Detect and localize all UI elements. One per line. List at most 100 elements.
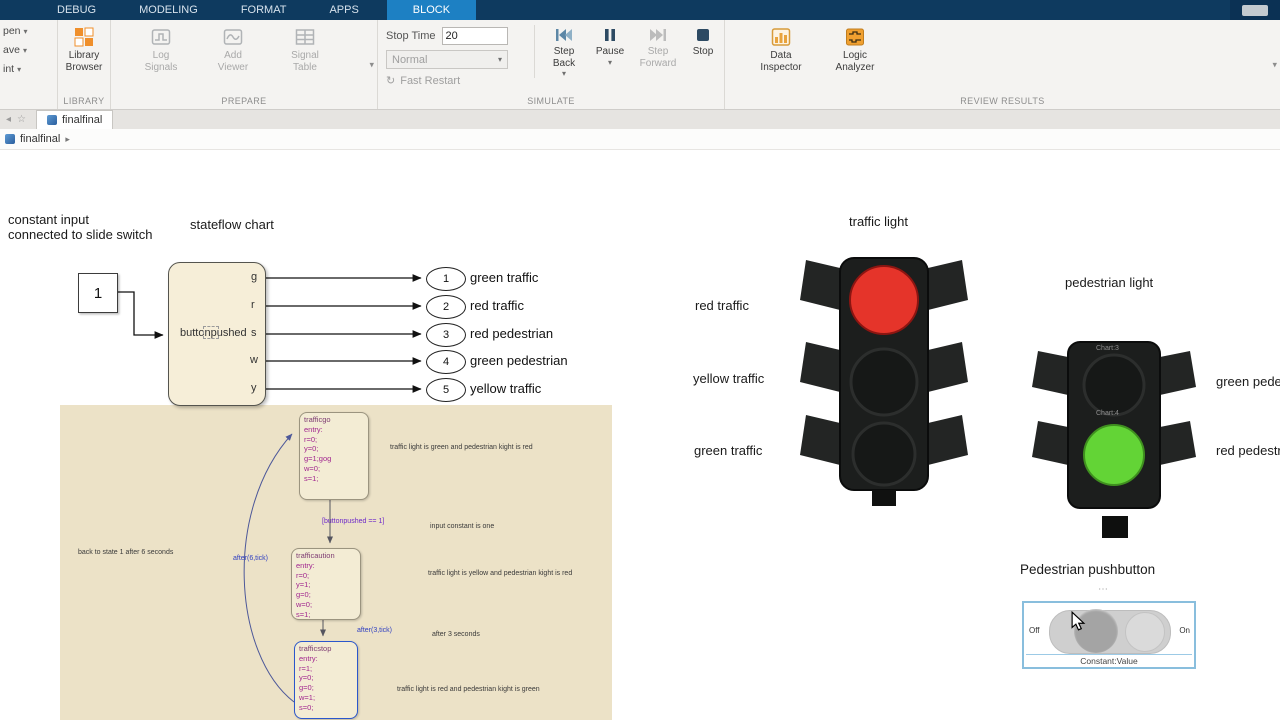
tab-apps[interactable]: APPS [314, 0, 373, 20]
ped-red-lamp-off [1082, 353, 1146, 417]
traffic-light-base [872, 490, 896, 506]
faint-chart4-label: Chart:4 [1096, 410, 1119, 417]
fast-restart-label: Fast Restart [400, 74, 461, 87]
library-browser-label: Library Browser [65, 50, 103, 73]
state-trafficstop[interactable]: trafficstop entry: r=1; y=0; g=0; w=1; s… [294, 641, 358, 719]
switch-divider [1026, 654, 1192, 655]
outport-block-2[interactable]: 2 [426, 295, 466, 319]
label-green-traffic: green traffic [694, 443, 763, 458]
traffic-light-display[interactable] [794, 252, 974, 512]
stop-button[interactable]: Stop [683, 25, 723, 78]
prepare-overflow-button[interactable]: ▾ [369, 59, 374, 70]
favorite-star-icon[interactable]: ☆ [17, 114, 26, 125]
outport-block-1[interactable]: 1 [426, 267, 466, 291]
log-signals-button[interactable]: Log Signals [133, 25, 189, 73]
transition-condition-label[interactable]: [buttonpushed == 1] [322, 518, 384, 525]
add-viewer-button[interactable]: Add Viewer [205, 25, 261, 73]
outport-label-red-pedestrian: red pedestrian [470, 326, 554, 341]
log-signals-icon [151, 29, 171, 45]
data-inspector-icon [771, 28, 791, 46]
annotation-stateflow-chart: stateflow chart [190, 217, 274, 232]
quick-access-group: pen ▾ ave ▾ int ▾ [0, 20, 58, 109]
stop-time-input[interactable] [441, 27, 508, 45]
titlebar-account-widget[interactable] [1230, 0, 1280, 20]
review-section-label: REVIEW RESULTS [960, 96, 1045, 106]
state-name: trafficstop [299, 644, 332, 653]
simulink-model-icon [47, 115, 57, 125]
library-browser-button[interactable]: Library Browser [58, 25, 110, 73]
sim-mode-dropdown[interactable]: Normal ▾ [386, 50, 508, 69]
outport-label-red-traffic: red traffic [470, 298, 524, 313]
signal-table-button[interactable]: Signal Table [277, 25, 333, 73]
tab-debug[interactable]: DEBUG [42, 0, 111, 20]
library-section: Library Browser LIBRARY [58, 20, 111, 109]
state-code: entry: r=0; y=0; g=1;gog w=0; s=1; [304, 424, 332, 483]
state-trafficgo[interactable]: trafficgo entry: r=0; y=0; g=1;gog w=0; … [299, 412, 369, 500]
caret-down-icon: ▾ [497, 55, 502, 64]
model-canvas[interactable]: constant input connected to slide switch… [0, 150, 1280, 720]
outport-number: 2 [442, 301, 450, 313]
toolstrip-overflow-button[interactable]: ▾ [1272, 59, 1277, 70]
step-forward-button[interactable]: Step Forward [633, 25, 683, 78]
caret-down-icon: ▾ [17, 64, 22, 74]
pause-icon [605, 29, 615, 41]
step-back-button[interactable]: Step Back ▾ [541, 25, 587, 78]
pedestrian-light-display[interactable] [1028, 338, 1198, 548]
signal-table-icon [295, 29, 315, 45]
chart-note-1: input constant is one [430, 523, 495, 530]
outport-block-4[interactable]: 4 [426, 350, 466, 374]
pause-button[interactable]: Pause ▾ [587, 25, 633, 78]
outport-block-3[interactable]: 3 [426, 323, 466, 347]
document-tab-finalfinal[interactable]: finalfinal [36, 110, 114, 129]
outport-number: 4 [442, 356, 450, 368]
slide-switch-widget[interactable]: Off On Constant:Value [1022, 601, 1196, 669]
tab-format[interactable]: FORMAT [226, 0, 302, 20]
breadcrumb-model-name[interactable]: finalfinal [20, 133, 60, 145]
back-nav-icon[interactable]: ◂ [6, 114, 11, 125]
signal-table-label: Signal Table [291, 50, 319, 73]
switch-off-label: Off [1029, 626, 1040, 635]
state-trafficaution[interactable]: trafficaution entry: r=0; y=1; g=0; w=0;… [291, 548, 361, 620]
tab-debug-label: DEBUG [57, 4, 97, 16]
chart-output-port-s: s [251, 327, 257, 339]
document-tab-bar: ◂ ☆ finalfinal [0, 110, 1280, 130]
pedestrian-light-base [1102, 516, 1128, 538]
widget-ellipsis-menu[interactable]: ⋯ [1098, 584, 1109, 595]
label-red-traffic: red traffic [695, 298, 749, 313]
print-button[interactable]: int ▾ [3, 63, 57, 75]
sim-mode-value: Normal [392, 53, 428, 66]
account-icon [1242, 4, 1268, 16]
chart-note-3: after 3 seconds [432, 631, 480, 638]
tab-modeling[interactable]: MODELING [124, 0, 213, 20]
logic-analyzer-icon [846, 28, 864, 46]
label-red-pedestrian: red pedestrian [1216, 443, 1280, 458]
save-button[interactable]: ave ▾ [3, 44, 57, 56]
open-button[interactable]: pen ▾ [3, 25, 57, 37]
fast-restart-toggle[interactable]: ↻ Fast Restart [386, 74, 524, 88]
outport-block-5[interactable]: 5 [426, 378, 466, 402]
prepare-section-label: PREPARE [221, 96, 267, 106]
constant-value: 1 [93, 284, 103, 302]
step-back-label: Step Back [552, 46, 576, 69]
tab-format-label: FORMAT [240, 4, 287, 16]
constant-block[interactable]: 1 [78, 273, 118, 313]
caret-down-icon: ▾ [561, 69, 566, 78]
logic-analyzer-button[interactable]: Logic Analyzer [825, 25, 885, 73]
chart-note-0: traffic light is green and pedestrian ki… [390, 444, 533, 451]
chart-output-port-g: g [251, 271, 258, 283]
state-code: entry: r=1; y=0; g=0; w=1; s=0; [299, 653, 318, 712]
transition-after3-label[interactable]: after(3,tick) [357, 627, 392, 634]
tab-block[interactable]: BLOCK [386, 0, 477, 20]
simulate-section-label: SIMULATE [527, 96, 575, 106]
pushbutton-title: Pedestrian pushbutton [1020, 562, 1156, 577]
pause-label: Pause [595, 46, 625, 57]
selection-artifact [203, 326, 219, 339]
outport-number: 1 [442, 273, 450, 285]
switch-binding-caption: Constant:Value [1080, 656, 1138, 666]
red-lamp-on [849, 265, 919, 335]
tab-apps-label: APPS [329, 4, 359, 16]
data-inspector-button[interactable]: Data Inspector [751, 25, 811, 73]
chart-note-5: back to state 1 after 6 seconds [78, 549, 174, 556]
transition-after6-label[interactable]: after(6,tick) [233, 555, 268, 562]
chart-output-port-r: r [251, 299, 255, 311]
